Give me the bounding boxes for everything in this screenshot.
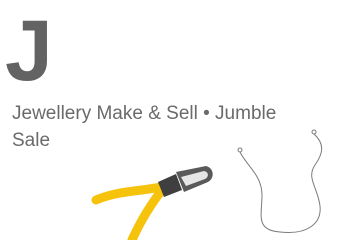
pliers-icon — [91, 166, 213, 240]
necklace-wire-icon — [237, 129, 323, 234]
illustration — [91, 129, 323, 240]
letter-card: J Jewellery Make & Sell • Jumble Sale — [0, 0, 363, 240]
